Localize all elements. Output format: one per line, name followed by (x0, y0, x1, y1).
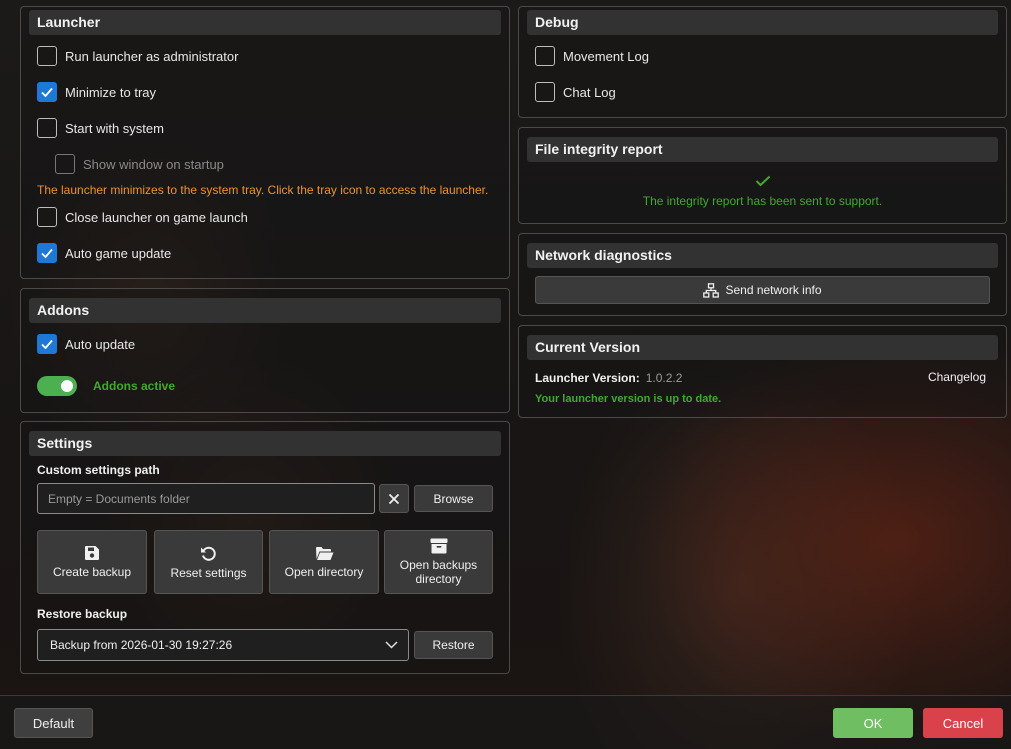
launcher-version-value: 1.0.2.2 (645, 371, 683, 385)
file-integrity-panel-title: File integrity report (527, 137, 998, 162)
version-status-message: Your launcher version is up to date. (535, 393, 722, 405)
launcher-version-label: Launcher Version: (535, 371, 640, 385)
chat-log-option[interactable]: Chat Log (535, 82, 616, 102)
launcher-version-row: Launcher Version: 1.0.2.2 (535, 371, 682, 385)
open-backups-directory-label: Open backups directory (399, 558, 478, 586)
reset-arrow-icon (201, 546, 216, 561)
default-button[interactable]: Default (14, 708, 93, 738)
restore-button[interactable]: Restore (414, 631, 493, 659)
minimize-to-tray-checkbox[interactable] (37, 82, 57, 102)
launcher-panel: Launcher Run launcher as administrator M… (20, 6, 510, 279)
addons-panel: Addons Auto update Addons active (20, 288, 510, 413)
show-window-on-startup-option[interactable]: Show window on startup (55, 154, 224, 174)
network-diagnostics-panel-title: Network diagnostics (527, 243, 998, 268)
addons-active-toggle-row[interactable]: Addons active (37, 376, 175, 396)
start-with-system-label: Start with system (65, 120, 164, 136)
close-on-game-launch-option[interactable]: Close launcher on game launch (37, 207, 248, 227)
movement-log-checkbox[interactable] (535, 46, 555, 66)
clear-path-button[interactable] (379, 484, 409, 513)
archive-box-icon (430, 538, 447, 554)
open-backups-directory-button[interactable]: Open backups directory (384, 530, 493, 594)
auto-game-update-label: Auto game update (65, 245, 172, 261)
backup-select[interactable]: Backup from 2026-01-30 19:27:26 (37, 629, 409, 661)
create-backup-button[interactable]: Create backup (37, 530, 147, 594)
checkmark-icon (755, 175, 771, 187)
debug-panel: Debug Movement Log Chat Log (518, 6, 1007, 118)
start-with-system-checkbox[interactable] (37, 118, 57, 138)
addons-active-toggle[interactable] (37, 376, 77, 396)
tray-info-note: The launcher minimizes to the system tra… (37, 183, 489, 197)
ok-button[interactable]: OK (833, 708, 913, 738)
folder-open-icon (315, 546, 333, 560)
current-version-panel: Current Version Launcher Version: 1.0.2.… (518, 325, 1007, 418)
custom-settings-path-label: Custom settings path (37, 463, 160, 477)
settings-panel: Settings Custom settings path Empty = Do… (20, 421, 510, 674)
start-with-system-option[interactable]: Start with system (37, 118, 164, 138)
run-as-admin-checkbox[interactable] (37, 46, 57, 66)
auto-game-update-checkbox[interactable] (37, 243, 57, 263)
custom-settings-path-input[interactable]: Empty = Documents folder (37, 483, 375, 514)
addons-panel-title: Addons (29, 298, 501, 323)
network-icon (703, 282, 720, 298)
cancel-button[interactable]: Cancel (923, 708, 1003, 738)
debug-panel-title: Debug (527, 10, 998, 35)
movement-log-option[interactable]: Movement Log (535, 46, 649, 66)
close-on-game-launch-checkbox[interactable] (37, 207, 57, 227)
close-on-game-launch-label: Close launcher on game launch (65, 209, 248, 225)
open-directory-button[interactable]: Open directory (269, 530, 379, 594)
launcher-panel-title: Launcher (29, 10, 501, 35)
minimize-to-tray-label: Minimize to tray (65, 84, 157, 100)
auto-game-update-option[interactable]: Auto game update (37, 243, 171, 263)
run-as-admin-option[interactable]: Run launcher as administrator (37, 46, 238, 66)
settings-panel-title: Settings (29, 431, 501, 456)
addons-auto-update-option[interactable]: Auto update (37, 334, 135, 354)
reset-settings-button[interactable]: Reset settings (154, 530, 263, 594)
chevron-down-icon (385, 641, 398, 649)
chat-log-checkbox[interactable] (535, 82, 555, 102)
integrity-report-message: The integrity report has been sent to su… (642, 194, 883, 208)
create-backup-label: Create backup (52, 565, 132, 579)
run-as-admin-label: Run launcher as administrator (65, 48, 239, 64)
network-diagnostics-panel: Network diagnostics Send network info (518, 233, 1007, 316)
movement-log-label: Movement Log (563, 48, 649, 64)
restore-backup-label: Restore backup (37, 607, 128, 621)
backup-select-value: Backup from 2026-01-30 19:27:26 (50, 638, 233, 652)
send-network-info-button[interactable]: Send network info (535, 276, 990, 304)
addons-active-label: Addons active (93, 379, 176, 393)
browse-button[interactable]: Browse (414, 485, 493, 512)
current-version-panel-title: Current Version (527, 335, 998, 360)
floppy-disk-icon (85, 546, 99, 560)
send-network-info-label: Send network info (725, 283, 822, 297)
show-window-on-startup-checkbox[interactable] (55, 154, 75, 174)
open-directory-label: Open directory (284, 564, 364, 579)
addons-auto-update-checkbox[interactable] (37, 334, 57, 354)
reset-settings-label: Reset settings (170, 565, 247, 580)
minimize-to-tray-option[interactable]: Minimize to tray (37, 82, 156, 102)
file-integrity-panel: File integrity report The integrity repo… (518, 127, 1007, 224)
show-window-on-startup-label: Show window on startup (83, 156, 224, 172)
addons-auto-update-label: Auto update (65, 336, 136, 352)
changelog-link[interactable]: Changelog (928, 370, 986, 384)
close-icon (388, 493, 400, 504)
chat-log-label: Chat Log (563, 84, 616, 100)
